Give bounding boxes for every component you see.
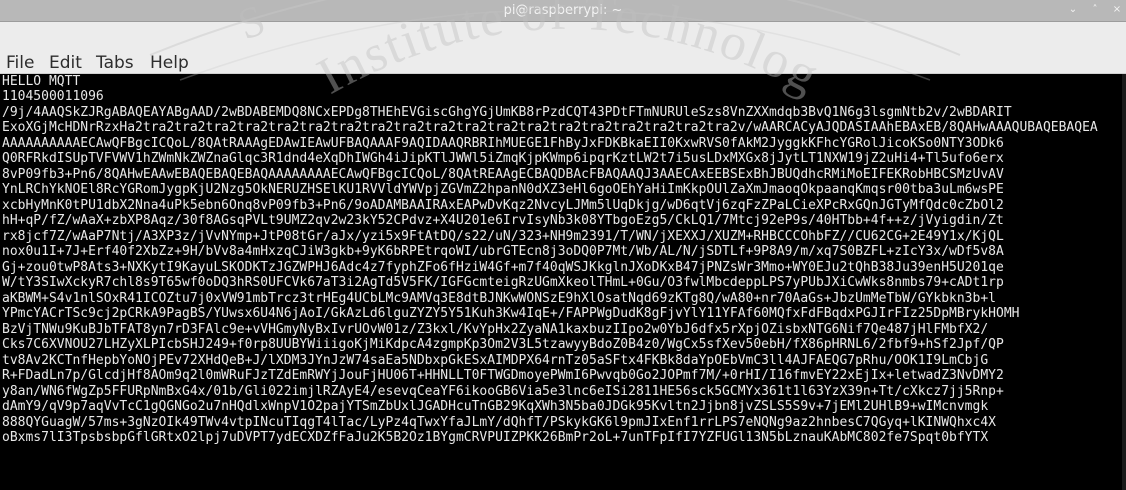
terminal-line: 888QYGuagW/57ms+3gNzOIk49TWv4vtpINcuTIqg… bbox=[2, 415, 996, 430]
menu-help[interactable]: Help bbox=[150, 53, 189, 73]
terminal-line: /9j/4AAQSkZJRgABAQEAYABgAAD/2wBDABEMDQ8N… bbox=[2, 105, 1012, 120]
terminal-line: y8an/WN6fWgZp5FFURpNmBxG4x/01b/Gli022imj… bbox=[2, 384, 1004, 399]
terminal-line: Q0RFRkdISUpTVFVWV1hZWmNkZWZnaGlqc3R1dnd4… bbox=[2, 151, 1004, 166]
terminal-line: 8vP09fb3+Pn6/8QAHwEAAwEBAQEBAQEBAQAAAAAA… bbox=[2, 167, 1004, 182]
maximize-icon[interactable]: ˄ bbox=[1088, 3, 1102, 17]
terminal-line: HELLO MQTT bbox=[2, 74, 81, 89]
terminal-line: YnLRChYkNOEl8RcYGRomJygpKjU2Nzg5OkNERUZH… bbox=[2, 182, 1004, 197]
terminal-line: xcbHyMnK0tPU1dbX2Nna4uPk5ebn6Onq8vP09fb3… bbox=[2, 198, 1004, 213]
menu-file[interactable]: File bbox=[6, 53, 34, 73]
minimize-icon[interactable]: ⌄ bbox=[1066, 3, 1080, 17]
terminal-window: pi@raspberrypi: ~ ⌄ ˄ × File Edit Tabs H… bbox=[0, 0, 1126, 490]
terminal-line: oBxms7lI3TpsbsbpGflGRtxO2lpj7uDVPT7ydECX… bbox=[2, 430, 989, 445]
terminal-line: AAAAAAAAAAECAwQFBgcICQoL/8QAtRAAAgEDAwIE… bbox=[2, 136, 1004, 151]
terminal-line: nox0u1I+7J+Erf40f2XbZz+9H/bVv8a4mHxzqCJi… bbox=[2, 244, 1004, 259]
terminal-line: hH+qP/fZ/wAaX+zbXP8Aqz/30f8AGsqPVLt9UMZ2… bbox=[2, 213, 1004, 228]
window-title: pi@raspberrypi: ~ bbox=[503, 3, 623, 18]
terminal-output[interactable]: HELLO MQTT 1104500011096 /9j/4AAQSkZJRgA… bbox=[0, 74, 1126, 490]
terminal-line: dAmY9/qV9p7aqVvTcC1gQGNGo2u7nHQdlxWnpV1O… bbox=[2, 399, 989, 414]
terminal-line: Gj+zou0twP8Ats3+NXKytI9KayuLSKODKTzJGZWP… bbox=[2, 260, 1004, 275]
terminal-line: tv8Av2KCTnfHepbYoNOjPEv72XHdQeB+J/lXDM3J… bbox=[2, 353, 989, 368]
menu-edit[interactable]: Edit bbox=[49, 53, 82, 73]
terminal-line: R+FDadLn7p/GlcdjHf8AOm9q2l0mWRuFJzTZdEmR… bbox=[2, 368, 1004, 383]
terminal-line: BzVjTNWu9KuBJbTFAT8yn7rD3FAlc9e+vVHGmyNy… bbox=[2, 322, 989, 337]
terminal-line: YPmcYACrTSc9cj2pCRkA9PagBS/YUwsx6U4N6jAo… bbox=[2, 306, 1020, 321]
close-icon[interactable]: × bbox=[1110, 3, 1124, 17]
terminal-line: ExoXGjMcHDNrRzxHa2tra2tra2tra2tra2tra2tr… bbox=[2, 120, 1098, 135]
title-bar[interactable]: pi@raspberrypi: ~ ⌄ ˄ × bbox=[0, 0, 1126, 22]
terminal-line: aKBWM+S4v1nlSOxR41ICOZtu7j0xVW91mbTrcz3t… bbox=[2, 291, 996, 306]
menu-tabs[interactable]: Tabs bbox=[96, 53, 134, 73]
menu-bar: File Edit Tabs Help bbox=[0, 22, 1126, 74]
terminal-line: rx8jcf7Z/wAaP7Ntj/A3XP3z/jVvNYmp+JtP08tG… bbox=[2, 229, 1004, 244]
terminal-line: W/tY3SIwXckyR7chl8s9T65wf0oDQ3hRS0UFCVk6… bbox=[2, 275, 1004, 290]
terminal-line: 1104500011096 bbox=[2, 89, 104, 104]
terminal-scrollbar[interactable] bbox=[1122, 74, 1126, 490]
terminal-line: Cks7C6XVNOU27LHZyXLPIcbSHJ249+f0rp8UUBYW… bbox=[2, 337, 1004, 352]
